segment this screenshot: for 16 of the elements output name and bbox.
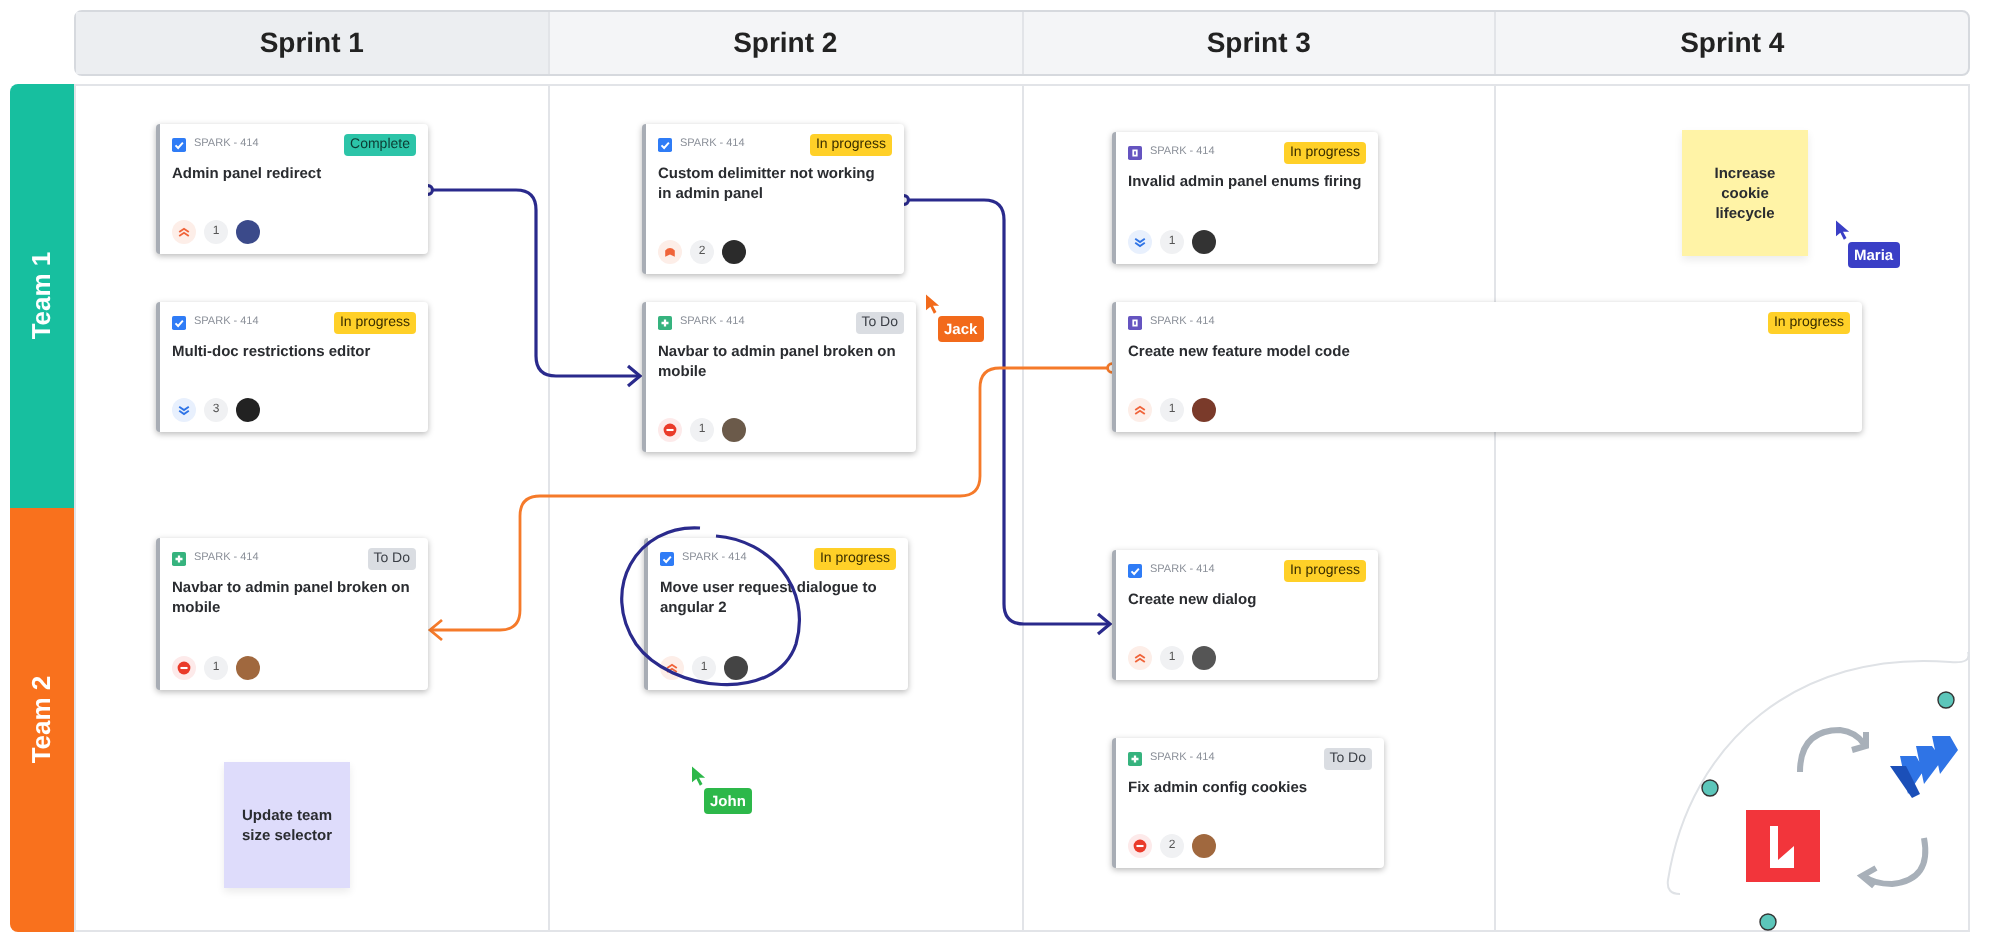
lane-title: Team 1: [24, 252, 59, 340]
avatar: [722, 418, 746, 442]
avatar: [724, 656, 748, 680]
avatar: [1192, 646, 1216, 670]
column-header: Sprint 1: [259, 24, 364, 62]
avatar: [722, 240, 746, 264]
column-header: Sprint 2: [733, 24, 838, 62]
lane-title: Team 2: [24, 676, 59, 764]
column-header: Sprint 4: [1680, 24, 1785, 62]
avatar: [236, 398, 260, 422]
column-header: Sprint 3: [1206, 24, 1311, 62]
avatar: [236, 656, 260, 680]
avatar: [1192, 398, 1216, 422]
avatar: [236, 220, 260, 244]
avatar: [1192, 230, 1216, 254]
avatar: [1192, 834, 1216, 858]
